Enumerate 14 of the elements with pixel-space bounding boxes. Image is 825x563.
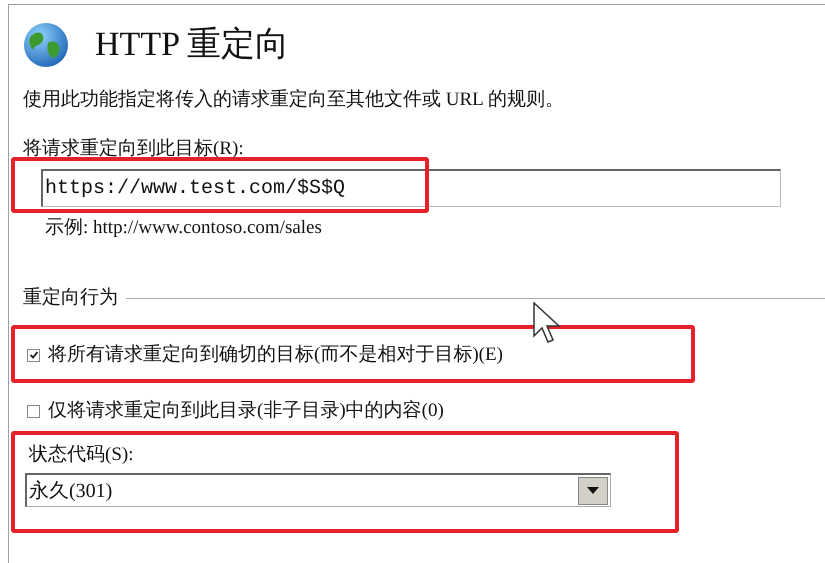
- section-heading: 重定向行为: [23, 286, 118, 310]
- checkbox[interactable]: [27, 348, 40, 362]
- mouse-pointer-icon: [533, 302, 563, 344]
- status-code-dropdown[interactable]: 永久(301): [25, 473, 611, 507]
- url-input-field[interactable]: https://www.test.com/$S$Q: [41, 169, 781, 207]
- checkbox-label: 仅将请求重定向到此目录(非子目录)中的内容(0): [48, 399, 444, 423]
- example-text: 示例: http://www.contoso.com/sales: [45, 216, 323, 240]
- page-title: HTTP 重定向: [95, 25, 290, 65]
- field-label: 将请求重定向到此目标(R):: [23, 137, 245, 161]
- description-text: 使用此功能指定将传入的请求重定向至其他文件或 URL 的规则。: [23, 88, 565, 112]
- globe-icon: [23, 22, 69, 68]
- checkbox-label: 将所有请求重定向到确切的目标(而不是相对于目标)(E): [48, 343, 503, 367]
- checkbox[interactable]: [27, 404, 40, 418]
- field-label: 状态代码(S):: [28, 443, 134, 467]
